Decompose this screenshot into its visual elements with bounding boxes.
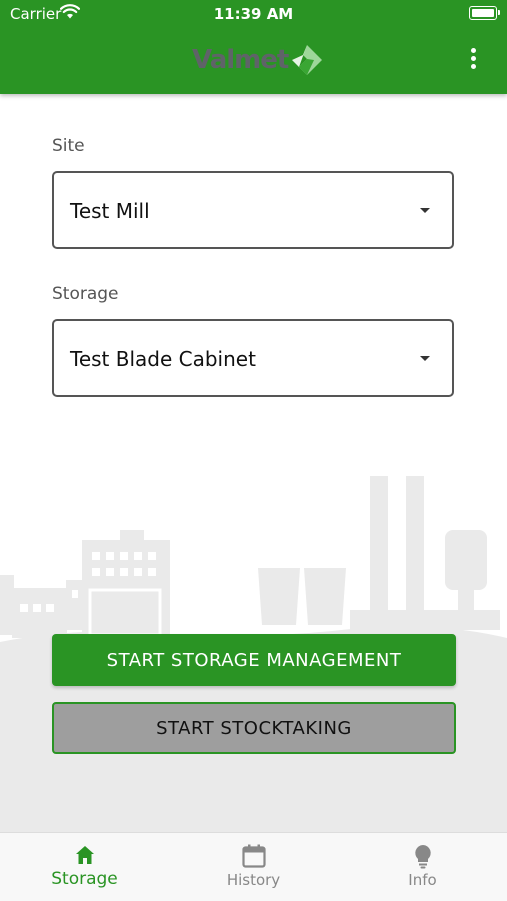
app-header: Carrier 11:39 AM Valmet <box>0 0 507 94</box>
tab-label: Storage <box>51 869 118 889</box>
tab-label: Info <box>408 871 437 889</box>
bottom-tab-bar: Storage History Info <box>0 832 507 901</box>
tab-label: History <box>226 871 281 889</box>
storage-select[interactable]: Test Blade Cabinet <box>52 319 454 397</box>
site-select[interactable]: Test Mill <box>52 171 454 249</box>
storage-select-value: Test Blade Cabinet <box>70 347 256 371</box>
tab-storage[interactable]: Storage <box>0 833 169 901</box>
start-stocktaking-button[interactable]: START STOCKTAKING <box>52 702 456 754</box>
battery-icon <box>469 6 500 20</box>
site-label: Site <box>52 136 85 156</box>
calendar-icon <box>241 844 266 868</box>
start-storage-management-button[interactable]: START STORAGE MANAGEMENT <box>52 634 456 686</box>
logo-text: Valmet <box>192 45 289 75</box>
dropdown-arrow-icon <box>420 208 430 213</box>
lightbulb-icon <box>414 845 431 869</box>
storage-label: Storage <box>52 284 119 304</box>
status-bar: Carrier 11:39 AM <box>0 0 507 28</box>
valmet-logo-mark-icon <box>292 45 323 75</box>
more-vertical-icon[interactable] <box>465 48 481 72</box>
tab-info[interactable]: Info <box>338 833 507 901</box>
dropdown-arrow-icon <box>420 356 430 361</box>
home-icon <box>75 846 94 864</box>
tab-history[interactable]: History <box>169 833 338 901</box>
site-select-value: Test Mill <box>70 199 150 223</box>
valmet-logo: Valmet <box>192 42 324 78</box>
status-time: 11:39 AM <box>213 5 294 23</box>
